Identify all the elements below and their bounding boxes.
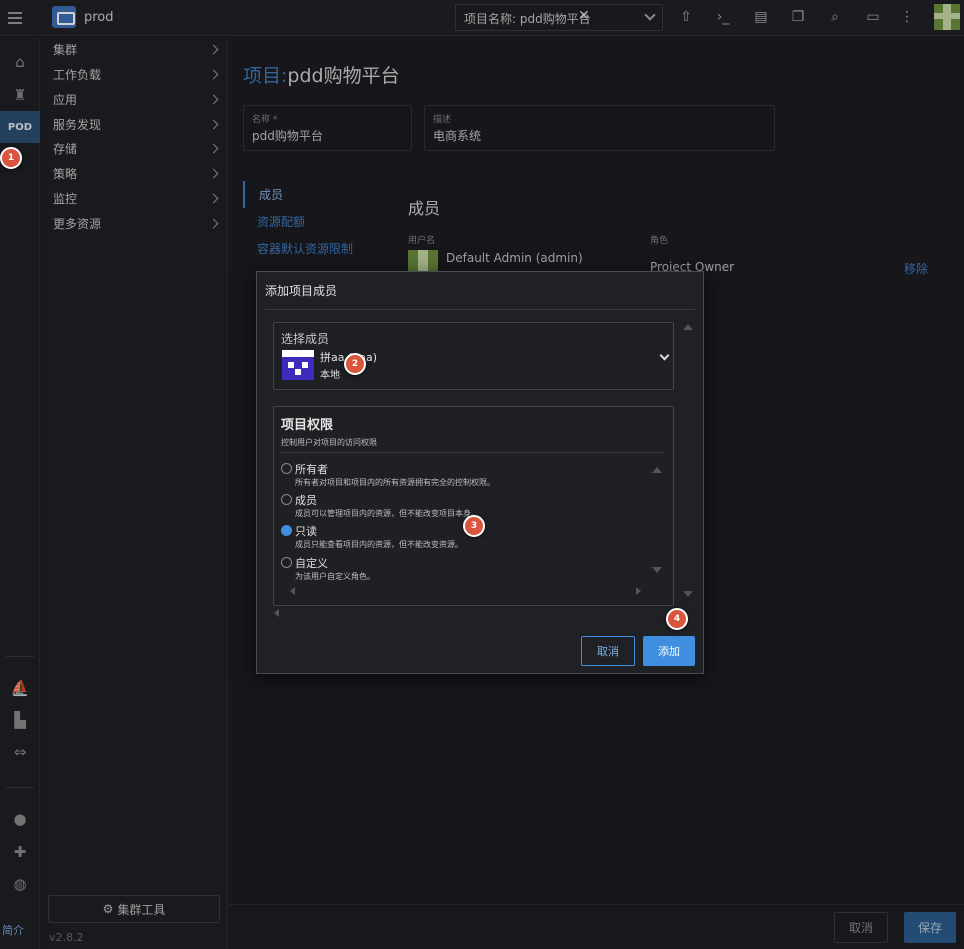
dialog-add-button[interactable]: 添加	[643, 636, 695, 666]
selected-user-source: 本地	[320, 370, 340, 381]
dialog-title: 添加项目成员	[265, 284, 338, 298]
scroll-left-icon[interactable]	[274, 609, 279, 617]
step-marker-3: 3	[463, 515, 485, 537]
dialog-cancel-button[interactable]: 取消	[581, 636, 635, 666]
scroll-up-icon[interactable]	[652, 467, 662, 473]
add-member-dialog: 添加项目成员 选择成员 拼aa (paa) 本地 项目权限 控制用户对项目的访问…	[256, 271, 704, 674]
radio-button-checked[interactable]	[281, 525, 292, 536]
scroll-up-icon[interactable]	[683, 324, 693, 330]
selected-user-avatar	[282, 350, 314, 380]
radio-description: 成员可以管理项目内的资源，但不能改变项目本身。	[295, 509, 479, 518]
step-marker-1: 1	[0, 147, 22, 169]
radio-label: 所有者	[295, 463, 328, 476]
radio-label: 成员	[295, 494, 317, 507]
permissions-divider	[281, 452, 665, 453]
radio-description: 为该用户自定义角色。	[295, 572, 375, 581]
chevron-down-icon[interactable]	[659, 350, 670, 361]
scroll-down-icon[interactable]	[652, 567, 662, 573]
project-permissions: 项目权限 控制用户对项目的访问权限 所有者 所有者对项目和项目内的所有资源拥有完…	[273, 406, 674, 606]
scroll-right-icon[interactable]	[636, 587, 641, 595]
radio-label: 自定义	[295, 557, 328, 570]
radio-button[interactable]	[281, 463, 292, 474]
radio-description: 所有者对项目和项目内的所有资源拥有完全的控制权限。	[295, 478, 495, 487]
scroll-left-icon[interactable]	[290, 587, 295, 595]
dialog-divider	[265, 309, 695, 310]
member-select[interactable]: 选择成员 拼aa (paa) 本地	[273, 322, 674, 390]
radio-button[interactable]	[281, 494, 292, 505]
step-marker-2: 2	[344, 353, 366, 375]
step-marker-4: 4	[666, 608, 688, 630]
radio-label: 只读	[295, 525, 317, 538]
permissions-title: 项目权限	[281, 418, 334, 433]
radio-description: 成员只能查看项目内的资源，但不能改变资源。	[295, 540, 463, 549]
permissions-description: 控制用户对项目的访问权限	[281, 438, 377, 447]
radio-button[interactable]	[281, 557, 292, 568]
member-select-label: 选择成员	[281, 332, 330, 346]
scroll-down-icon[interactable]	[683, 591, 693, 597]
